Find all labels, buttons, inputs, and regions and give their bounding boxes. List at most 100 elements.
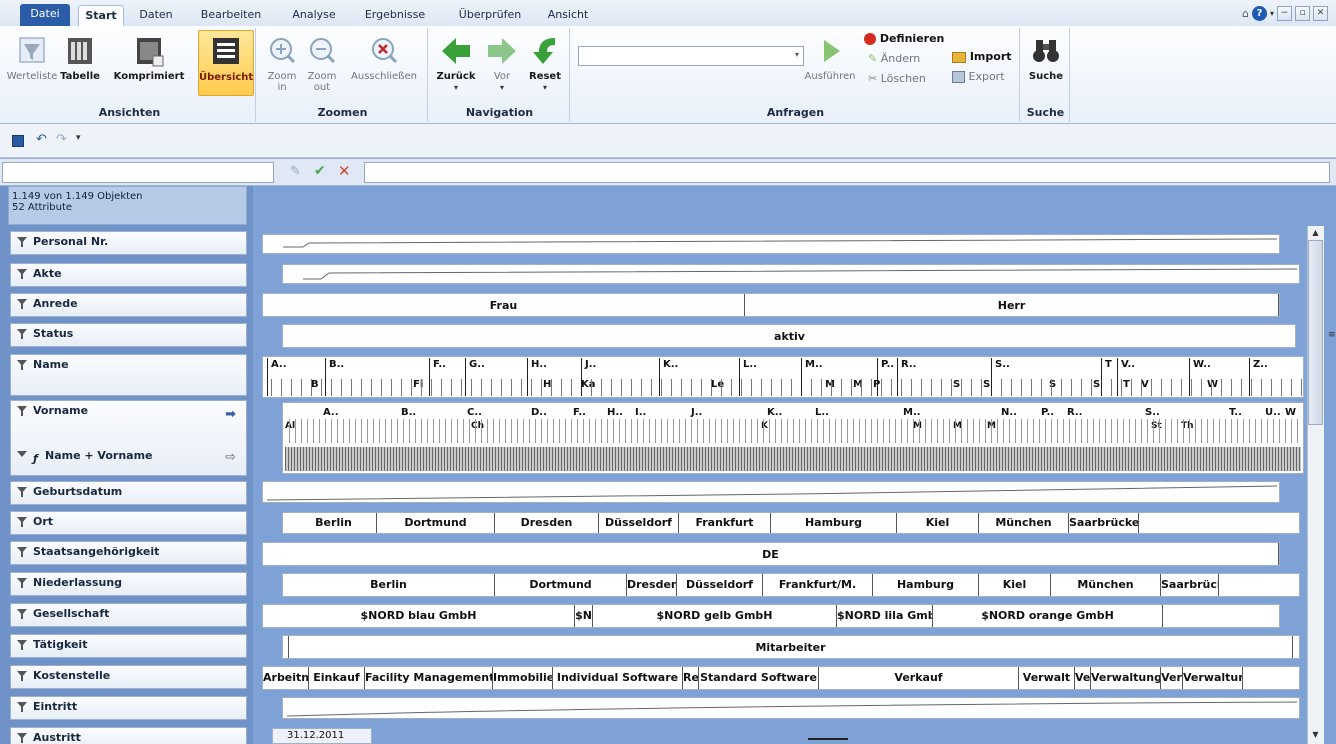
attr-eintritt[interactable]: Eintritt [10,696,247,720]
bar-gesellschaft[interactable]: $NORD blau GmbH $N $NORD gelb GmbH $NORD li… [262,604,1280,628]
attr-kostenstelle[interactable]: Kostenstelle [10,665,247,689]
tab-datei[interactable]: Datei [20,4,70,26]
segment[interactable]: Saarbrücke [1069,513,1139,533]
bar-status[interactable]: aktiv [282,324,1296,348]
segment[interactable]: Frankfurt [679,513,771,533]
vorname-segment-label[interactable]: F.. [573,407,586,418]
segment[interactable]: Frau [263,294,745,316]
werteliste-button[interactable]: Werteliste [6,30,58,100]
bar-vorname[interactable]: A.. B.. C.. D.. F.. H.. I.. J.. K.. L.. M.. N.. P.. R… [282,402,1304,474]
name-segment-label[interactable]: Z.. [1253,359,1268,370]
name-subsegment-label[interactable]: Ka [581,379,596,390]
segment[interactable]: München [979,513,1069,533]
bar-akte[interactable] [282,264,1300,284]
loeschen-button[interactable]: ✂ Löschen [868,72,948,90]
segment[interactable]: $NORD lila Gmb [837,605,933,627]
vorname-segment-label[interactable]: I.. [635,407,646,418]
attr-taetigkeit[interactable]: Tätigkeit [10,634,247,658]
segment[interactable]: Berlin [283,574,495,596]
filter-icon[interactable] [17,609,27,619]
name-segment-label[interactable]: V.. [1121,359,1135,370]
name-subsegment-label[interactable]: B [311,379,319,390]
vorname-segment-label[interactable]: J.. [691,407,702,418]
attr-geburtsdatum[interactable]: Geburtsdatum [10,481,247,505]
resize-grip-icon[interactable]: ≡ [1328,330,1336,340]
tab-bearbeiten[interactable]: Bearbeiten [196,5,266,26]
name-subsegment-label[interactable]: S [1093,379,1100,390]
scroll-up-icon[interactable]: ▲ [1310,228,1321,237]
segment[interactable]: Re [683,667,699,689]
segment[interactable]: Hamburg [771,513,897,533]
name-subsegment-label[interactable]: Le [711,379,724,390]
suche-button[interactable]: Suche [1024,30,1068,100]
name-segment-label[interactable]: A.. [271,359,287,370]
attr-anrede[interactable]: Anrede [10,293,247,317]
name-segment-label[interactable]: H.. [531,359,547,370]
vorname-segment-label[interactable]: A.. [323,407,339,418]
segment[interactable]: $NORD gelb GmbH [593,605,837,627]
bar-ort[interactable]: Berlin Dortmund Dresden Düsseldorf Frankfurt… [282,512,1300,534]
filter-icon[interactable] [17,269,27,279]
scroll-down-icon[interactable]: ▼ [1310,730,1321,739]
segment[interactable]: Düsseldorf [677,574,763,596]
bar-geburtsdatum[interactable] [262,481,1280,503]
name-segment-label[interactable]: F.. [433,359,446,370]
filter-icon[interactable] [17,299,27,309]
vorname-subsegment-label[interactable]: Al [285,421,296,431]
name-subsegment-label[interactable]: W [1207,379,1218,390]
filter-icon[interactable] [17,451,27,457]
uebersicht-button[interactable]: Übersicht [198,30,254,96]
vorname-segment-label[interactable]: H.. [607,407,623,418]
bar-taetigkeit[interactable]: Mitarbeiter [282,635,1300,659]
segment[interactable]: Kiel [897,513,979,533]
name-segment-label[interactable]: R.. [901,359,916,370]
vorname-segment-label[interactable]: K.. [767,407,782,418]
name-segment-label[interactable]: P.. [881,359,894,370]
vorname-segment-label[interactable]: S.. [1145,407,1160,418]
bar-name[interactable]: A.. B.. F.. G.. H.. J.. K.. L.. M.. P.. R.. S.. T V..… [262,356,1304,398]
segment[interactable]: Arbeitnel [263,667,309,689]
name-segment-label[interactable]: M.. [805,359,823,370]
segment[interactable]: Standard Software [699,667,819,689]
attr-staatsangehoerigkeit[interactable]: Staatsangehörigkeit [10,541,247,565]
vorname-segment-label[interactable]: U.. [1265,407,1281,418]
segment[interactable]: Dortmund [495,574,627,596]
redo-icon[interactable]: ↷ [56,132,67,147]
name-segment-label[interactable]: B.. [329,359,344,370]
segment[interactable]: Dresden [495,513,599,533]
customize-dropdown-icon[interactable]: ▾ [76,133,81,143]
vorname-subsegment-label[interactable]: Ch [471,421,485,431]
bar-niederlassung[interactable]: Berlin Dortmund Dresden Düsseldorf Frankfurt… [282,573,1300,597]
filter-icon[interactable] [17,406,27,416]
tab-daten[interactable]: Daten [136,5,176,26]
tab-ergebnisse[interactable]: Ergebnisse [360,5,430,26]
import-button[interactable]: Import [952,50,1018,68]
attr-gesellschaft[interactable]: Gesellschaft [10,603,247,627]
arrow-right-icon[interactable]: ➡ [225,405,236,425]
bar-anrede[interactable]: Frau Herr [262,293,1280,317]
attr-niederlassung[interactable]: Niederlassung [10,572,247,596]
name-subsegment-label[interactable]: M [825,379,835,390]
segment[interactable]: Hamburg [873,574,979,596]
segment[interactable]: Verwaltung [1091,667,1161,689]
segment[interactable]: $NORD orange GmbH [933,605,1163,627]
close-button[interactable]: ✕ [1313,5,1328,21]
name-segment-label[interactable]: W.. [1193,359,1211,370]
tab-analyse[interactable]: Analyse [286,5,342,26]
filter-icon[interactable] [17,360,27,370]
filter-icon[interactable] [17,702,27,712]
query-select[interactable]: ▾ [578,46,804,66]
filter-icon[interactable] [17,547,27,557]
vorname-segment-label[interactable]: T.. [1229,407,1242,418]
definieren-button[interactable]: Definieren [864,32,948,50]
segment[interactable]: Verwaltur [1183,667,1243,689]
filter-icon[interactable] [17,487,27,497]
name-subsegment-label[interactable]: T [1123,379,1130,390]
name-segment-label[interactable]: J.. [585,359,596,370]
save-icon[interactable] [12,135,24,147]
vorname-segment-label[interactable]: P.. [1041,407,1054,418]
vorname-segment-label[interactable]: W [1285,407,1296,418]
vorname-segment-label[interactable]: B.. [401,407,416,418]
undo-icon[interactable]: ↶ [36,132,47,147]
name-subsegment-label[interactable]: S [953,379,960,390]
